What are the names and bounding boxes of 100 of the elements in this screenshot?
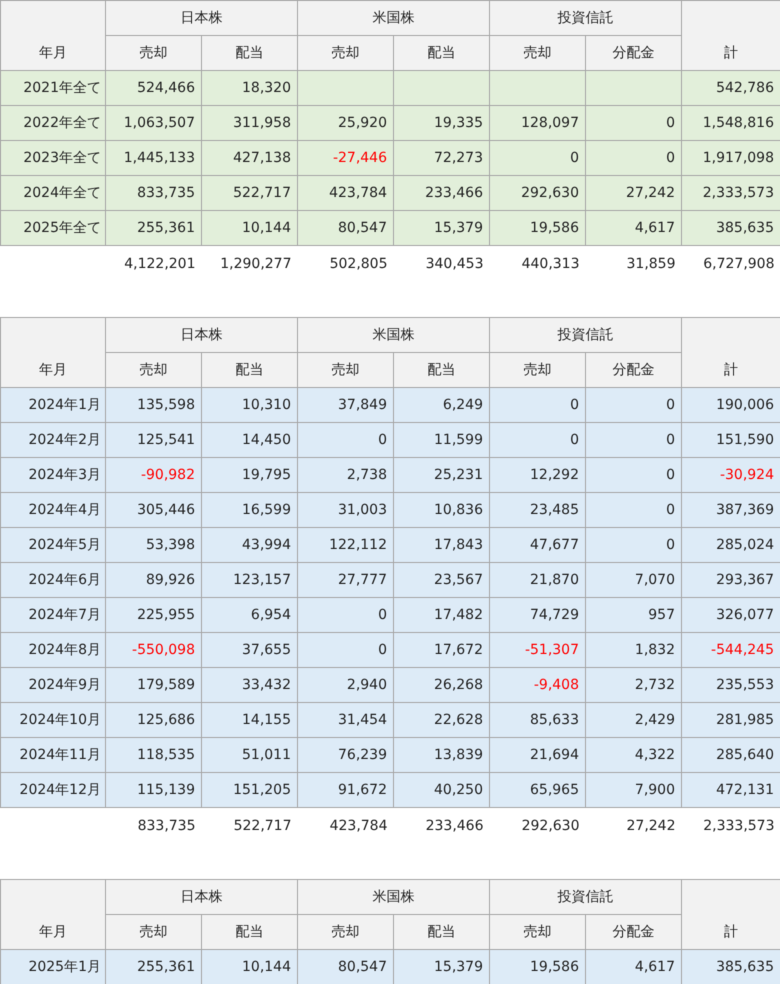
table-cell: 125,686 <box>106 702 202 738</box>
table-cell: 2,940 <box>298 668 394 702</box>
table-cell: 40,250 <box>394 772 490 808</box>
table-cell: 0 <box>586 422 682 458</box>
table-cell: -90,982 <box>106 458 202 492</box>
table-cell: 151,590 <box>682 422 780 458</box>
column-header: 配当 <box>202 914 298 950</box>
table-cell: 385,635 <box>682 210 780 246</box>
table-cell: 0 <box>586 140 682 176</box>
table-cell: 12,292 <box>490 458 586 492</box>
table-cell: 190,006 <box>682 388 780 422</box>
table-cell: 19,335 <box>394 106 490 140</box>
table-cell: 26,268 <box>394 668 490 702</box>
column-header: 売却 <box>106 36 202 70</box>
table-cell: -27,446 <box>298 140 394 176</box>
total-cell: 31,859 <box>586 246 682 281</box>
row-header: 2025年全て <box>0 210 106 246</box>
table-cell: 311,958 <box>202 106 298 140</box>
table-cell: 6,249 <box>394 388 490 422</box>
table-cell: 22,628 <box>394 702 490 738</box>
column-header: 投資信託 <box>490 318 682 352</box>
table-cell: 118,535 <box>106 738 202 772</box>
column-header: 売却 <box>106 352 202 388</box>
column-header: 分配金 <box>586 352 682 388</box>
row-header: 2021年全て <box>0 70 106 106</box>
column-header: 売却 <box>490 914 586 950</box>
table-cell: 293,367 <box>682 562 780 598</box>
column-header: 米国株 <box>298 0 490 36</box>
table-cell: 43,994 <box>202 528 298 562</box>
table-cell: -550,098 <box>106 632 202 668</box>
table-cell: 292,630 <box>490 176 586 210</box>
row-header: 2024年1月 <box>0 388 106 422</box>
row-header: 2023年全て <box>0 140 106 176</box>
table-cell: 281,985 <box>682 702 780 738</box>
total-cell: 27,242 <box>586 808 682 843</box>
table-cell: 135,598 <box>106 388 202 422</box>
table-cell: 1,832 <box>586 632 682 668</box>
table-cell: 76,239 <box>298 738 394 772</box>
total-cell: 6,727,908 <box>682 246 780 281</box>
table-cell: 19,586 <box>490 210 586 246</box>
total-cell: 4,122,201 <box>106 246 202 281</box>
table-cell: 1,063,507 <box>106 106 202 140</box>
column-header: 配当 <box>202 36 298 70</box>
column-header: 売却 <box>490 36 586 70</box>
row-header: 2024年12月 <box>0 772 106 808</box>
column-header: 売却 <box>298 914 394 950</box>
table-cell: 0 <box>586 458 682 492</box>
row-header: 2024年3月 <box>0 458 106 492</box>
table-cell: 10,144 <box>202 210 298 246</box>
table-cell: 0 <box>490 422 586 458</box>
table-cell: 957 <box>586 598 682 632</box>
table-cell: 233,466 <box>394 176 490 210</box>
table-cell: 255,361 <box>106 210 202 246</box>
row-header: 2024年5月 <box>0 528 106 562</box>
table-cell: 25,920 <box>298 106 394 140</box>
table-cell: -51,307 <box>490 632 586 668</box>
table-cell: 1,548,816 <box>682 106 780 140</box>
table-cell: -30,924 <box>682 458 780 492</box>
column-header: 投資信託 <box>490 880 682 914</box>
table-cell: 524,466 <box>106 70 202 106</box>
table-cell: 326,077 <box>682 598 780 632</box>
table-cell: 4,617 <box>586 950 682 984</box>
table-cell: 472,131 <box>682 772 780 808</box>
table-cell: 255,361 <box>106 950 202 984</box>
table-cell: 7,070 <box>586 562 682 598</box>
row-header: 2024年11月 <box>0 738 106 772</box>
table-cell: 2,333,573 <box>682 176 780 210</box>
column-header: 配当 <box>202 352 298 388</box>
total-cell: 233,466 <box>394 808 490 843</box>
column-header: 米国株 <box>298 880 490 914</box>
table-cell: 19,795 <box>202 458 298 492</box>
row-header: 2024年2月 <box>0 422 106 458</box>
table-cell: 27,777 <box>298 562 394 598</box>
table-cell: -9,408 <box>490 668 586 702</box>
total-cell: 292,630 <box>490 808 586 843</box>
total-cell: 1,290,277 <box>202 246 298 281</box>
table-cell: 21,870 <box>490 562 586 598</box>
table-cell: 16,599 <box>202 492 298 528</box>
table-cell: 0 <box>490 388 586 422</box>
column-header: 売却 <box>106 914 202 950</box>
column-header: 米国株 <box>298 318 490 352</box>
row-header: 2024年10月 <box>0 702 106 738</box>
table-cell: 31,454 <box>298 702 394 738</box>
table-cell: 385,635 <box>682 950 780 984</box>
table-cell: 74,729 <box>490 598 586 632</box>
table-cell: 65,965 <box>490 772 586 808</box>
table-cell: 123,157 <box>202 562 298 598</box>
table-cell: 0 <box>298 422 394 458</box>
column-header: 年月 <box>0 318 106 388</box>
table-cell: 10,144 <box>202 950 298 984</box>
row-header: 2025年1月 <box>0 950 106 984</box>
total-cell: 340,453 <box>394 246 490 281</box>
table-cell: 23,567 <box>394 562 490 598</box>
table-cell: 2,429 <box>586 702 682 738</box>
table-cell: 225,955 <box>106 598 202 632</box>
table-cell: 31,003 <box>298 492 394 528</box>
table-cell: 25,231 <box>394 458 490 492</box>
total-cell: 502,805 <box>298 246 394 281</box>
table-cell: 14,450 <box>202 422 298 458</box>
table-cell: -544,245 <box>682 632 780 668</box>
